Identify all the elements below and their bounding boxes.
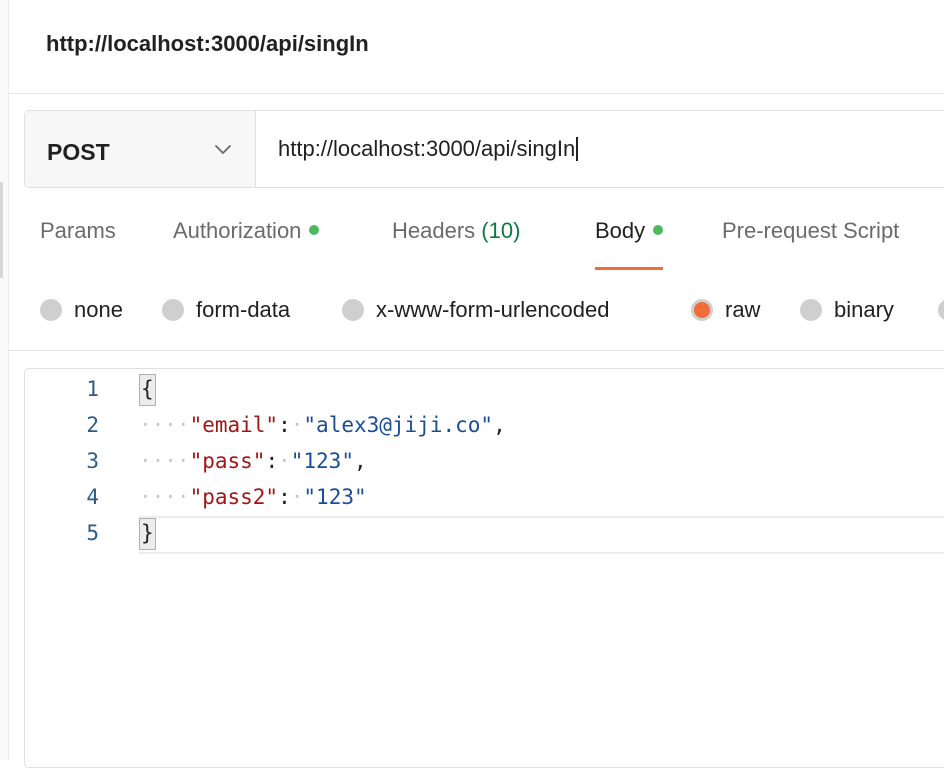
editor-line: 5 }: [25, 515, 944, 551]
json-key: "email": [189, 413, 279, 437]
radio-label: none: [74, 297, 123, 322]
sidebar-resize-handle[interactable]: [0, 182, 3, 278]
tab-label: Headers: [392, 218, 476, 243]
line-number: 2: [86, 413, 99, 437]
json-value: "alex3@jiji.co": [303, 413, 494, 437]
tab-label: Body: [595, 218, 646, 243]
body-type-form-data[interactable]: form-data: [162, 296, 290, 324]
radio-icon: [938, 299, 944, 321]
editor-line: 4 ····"pass2":·"123": [25, 479, 944, 515]
tab-headers[interactable]: Headers (10): [392, 218, 520, 270]
radio-icon: [162, 299, 184, 321]
divider: [8, 350, 944, 351]
radio-label: raw: [725, 297, 761, 322]
body-type-binary[interactable]: binary: [800, 296, 894, 324]
body-type-none[interactable]: none: [40, 296, 123, 324]
json-value: "123": [303, 485, 367, 509]
radio-icon: [800, 299, 822, 321]
body-editor[interactable]: 1 { 2 ····"email":·"alex3@jiji.co", 3 ··…: [24, 368, 944, 768]
tab-label: Params: [40, 218, 116, 243]
status-dot: [309, 225, 320, 235]
open-brace: {: [139, 374, 156, 406]
line-number: 4: [86, 485, 99, 509]
close-brace: }: [139, 518, 156, 550]
line-number: 5: [86, 521, 99, 545]
tab-label: Pre-request Script: [722, 218, 900, 243]
request-url-bar: POST http://localhost:3000/api/singIn: [24, 110, 944, 188]
json-key: "pass2": [189, 485, 279, 509]
radio-label: x-www-form-urlencoded: [376, 297, 610, 322]
divider: [8, 93, 944, 94]
editor-line: 3 ····"pass":·"123",: [25, 443, 944, 479]
json-value: "123": [290, 449, 354, 473]
tab-params[interactable]: Params: [40, 218, 116, 270]
tab-label: Authorization: [173, 218, 302, 243]
chevron-down-icon: [215, 145, 231, 154]
headers-count: (10): [481, 218, 521, 243]
body-type-raw[interactable]: raw: [691, 296, 760, 324]
json-key: "pass": [189, 449, 266, 473]
active-tab-indicator: [595, 267, 664, 270]
left-sidebar-strip: [0, 0, 9, 760]
line-number: 1: [86, 377, 99, 401]
radio-icon: [40, 299, 62, 321]
tab-body[interactable]: Body: [595, 218, 664, 270]
editor-line: 1 {: [25, 371, 944, 407]
method-label: POST: [47, 139, 110, 165]
radio-label: form-data: [196, 297, 291, 322]
request-title: http://localhost:3000/api/singIn: [46, 31, 369, 56]
request-tabs: Params Authorization Headers (10) Body P…: [40, 218, 944, 270]
body-type-more[interactable]: [938, 296, 944, 324]
radio-icon: [342, 299, 364, 321]
editor-line: 2 ····"email":·"alex3@jiji.co",: [25, 407, 944, 443]
body-type-options: none form-data x-www-form-urlencoded raw…: [40, 296, 944, 326]
radio-label: binary: [834, 297, 894, 322]
tab-authorization[interactable]: Authorization: [173, 218, 320, 270]
method-select[interactable]: POST: [25, 111, 256, 187]
tab-pre-request-script[interactable]: Pre-request Script: [722, 218, 899, 270]
line-number: 3: [86, 449, 99, 473]
url-input[interactable]: http://localhost:3000/api/singIn: [278, 137, 579, 161]
body-type-x-www-form-urlencoded[interactable]: x-www-form-urlencoded: [342, 296, 610, 324]
status-dot: [653, 225, 664, 235]
radio-selected-icon: [691, 299, 713, 321]
